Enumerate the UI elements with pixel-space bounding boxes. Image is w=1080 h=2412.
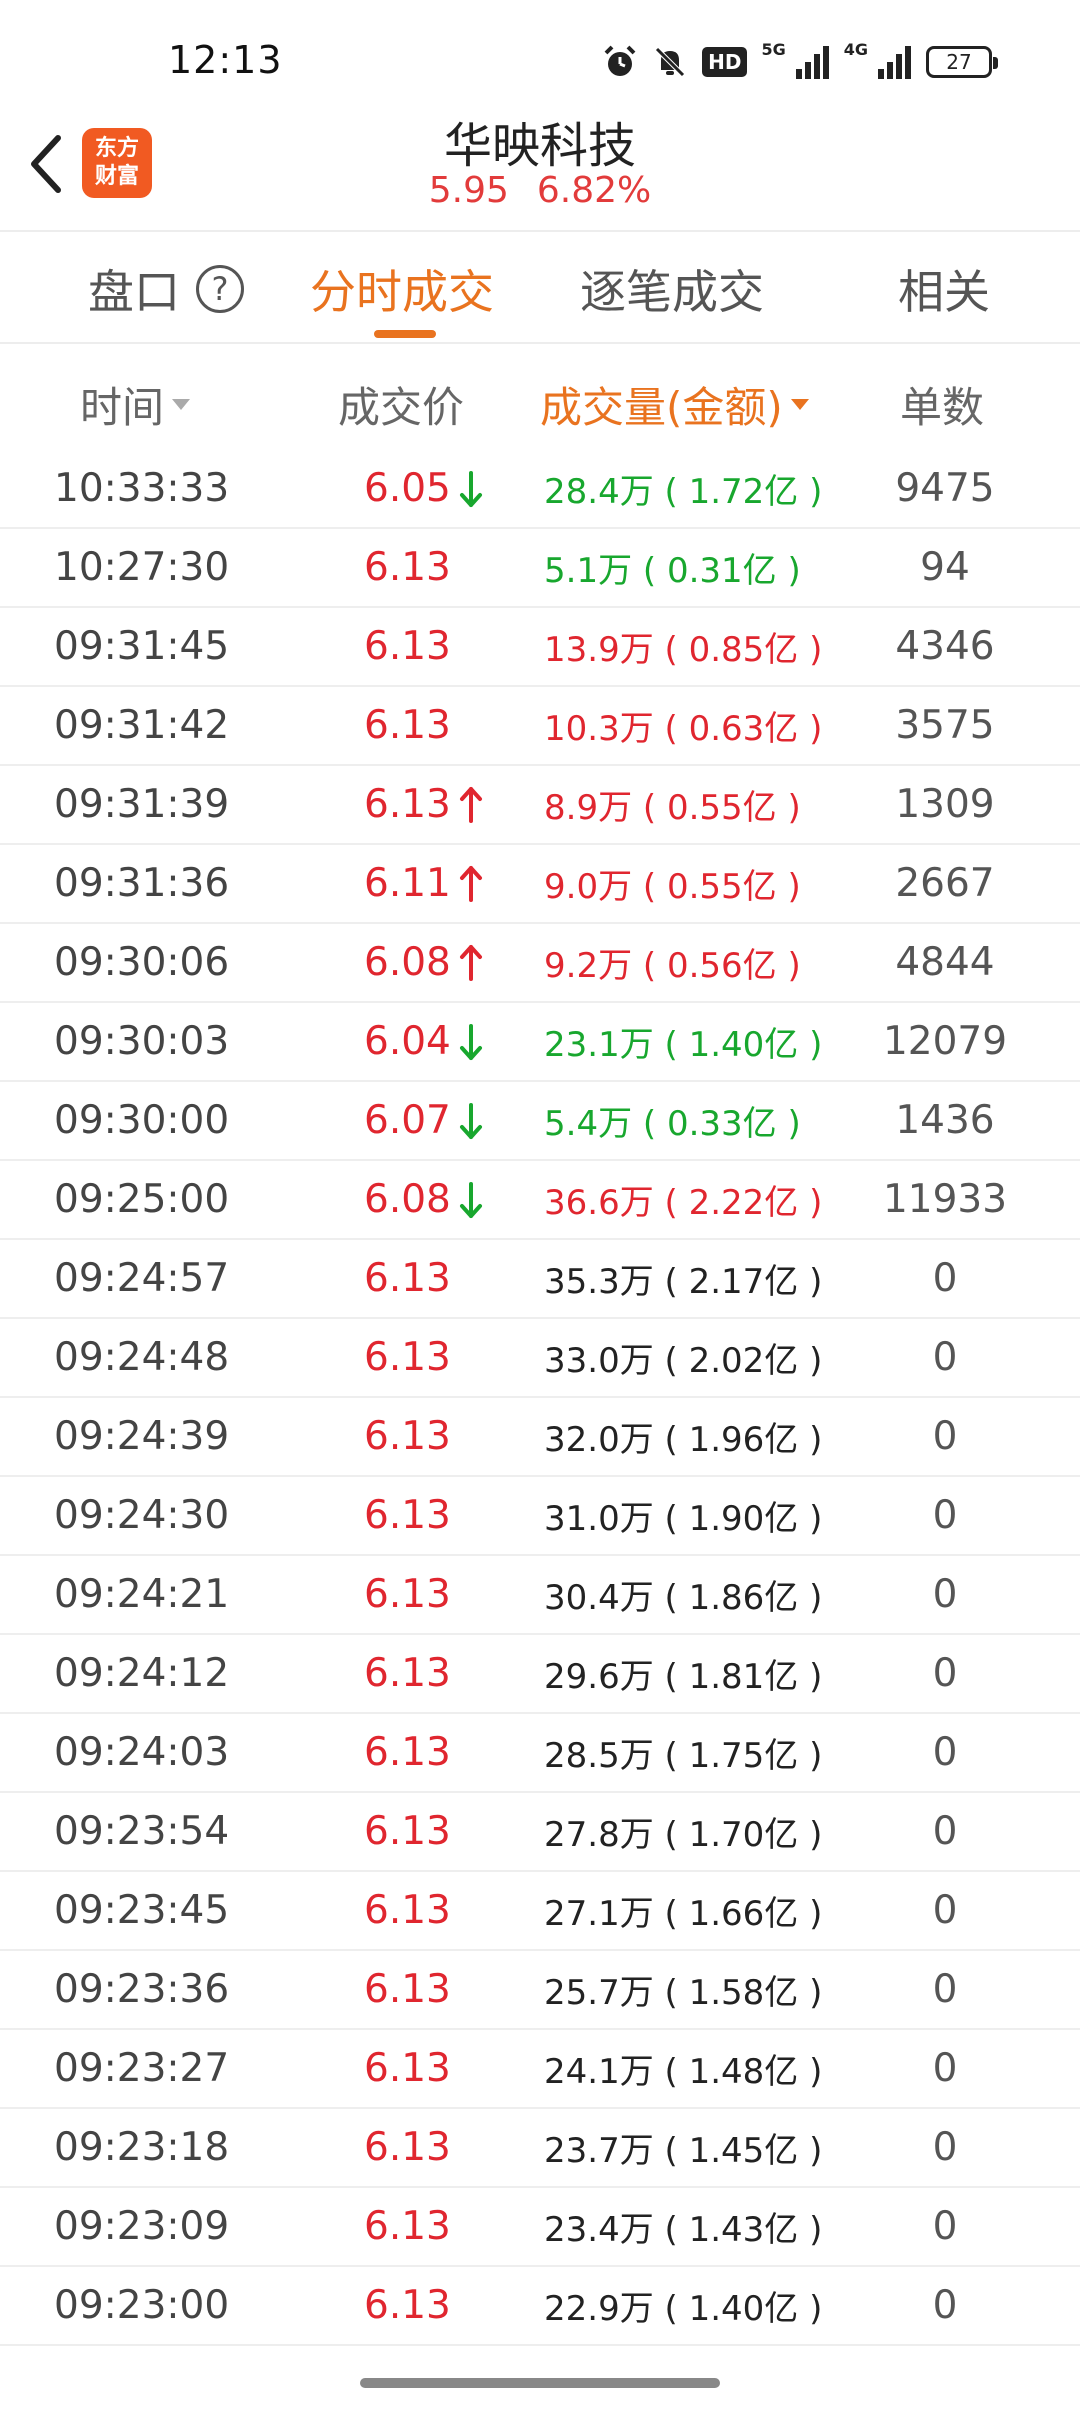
row-count: 0	[932, 1414, 958, 1459]
table-row[interactable]: 09:23:54 6.13 27.8万 ( 1.70亿 ) 0	[0, 1793, 1080, 1872]
mute-bell-icon	[652, 43, 688, 81]
signal-icon	[794, 43, 830, 81]
table-row[interactable]: 09:24:39 6.13 32.0万 ( 1.96亿 ) 0	[0, 1398, 1080, 1477]
column-price: 成交价	[338, 383, 465, 432]
table-row[interactable]: 09:24:57 6.13 35.3万 ( 2.17亿 ) 0	[0, 1240, 1080, 1319]
home-indicator[interactable]	[360, 2378, 720, 2388]
tab-tick-trades[interactable]: 逐笔成交	[580, 254, 764, 324]
stock-price: 5.95	[428, 170, 509, 211]
table-row[interactable]: 09:23:18 6.13 23.7万 ( 1.45亿 ) 0	[0, 2109, 1080, 2188]
help-icon[interactable]: ?	[196, 265, 244, 313]
active-tab-indicator	[374, 330, 436, 338]
row-count: 0	[932, 1967, 958, 2012]
table-row[interactable]: 09:30:06 6.08 9.2万 ( 0.56亿 ) 4844	[0, 924, 1080, 1003]
trade-list[interactable]: 10:33:33 6.05 28.4万 ( 1.72亿 ) 9475 10:27:30 6…	[0, 450, 1080, 2346]
table-row[interactable]: 09:25:00 6.08 36.6万 ( 2.22亿 ) 11933	[0, 1161, 1080, 1240]
row-count: 94	[920, 545, 970, 590]
table-row[interactable]: 09:23:36 6.13 25.7万 ( 1.58亿 ) 0	[0, 1951, 1080, 2030]
row-count: 0	[932, 1809, 958, 1854]
table-row[interactable]: 09:24:12 6.13 29.6万 ( 1.81亿 ) 0	[0, 1635, 1080, 1714]
row-count: 4844	[895, 940, 995, 985]
signal-icon-2	[876, 43, 912, 81]
tab-bar: 盘口 ? 分时成交 逐笔成交 相关	[0, 230, 1080, 344]
row-count: 12079	[882, 1019, 1008, 1064]
table-row[interactable]: 10:33:33 6.05 28.4万 ( 1.72亿 ) 9475	[0, 450, 1080, 529]
table-row[interactable]: 09:24:48 6.13 33.0万 ( 2.02亿 ) 0	[0, 1319, 1080, 1398]
sort-caret-icon	[172, 399, 191, 410]
table-row[interactable]: 09:31:45 6.13 13.9万 ( 0.85亿 ) 4346	[0, 608, 1080, 687]
row-count: 9475	[895, 466, 995, 511]
row-count: 1436	[895, 1098, 995, 1143]
table-row[interactable]: 10:27:30 6.13 5.1万 ( 0.31亿 ) 94	[0, 529, 1080, 608]
table-row[interactable]: 09:31:42 6.13 10.3万 ( 0.63亿 ) 3575	[0, 687, 1080, 766]
column-count: 单数	[900, 383, 985, 432]
table-row[interactable]: 09:30:00 6.07 5.4万 ( 0.33亿 ) 1436	[0, 1082, 1080, 1161]
row-count: 0	[932, 1256, 958, 1301]
status-icons: HD 5G 4G 27	[602, 40, 998, 84]
table-row[interactable]: 09:23:09 6.13 23.4万 ( 1.43亿 ) 0	[0, 2188, 1080, 2267]
row-count: 11933	[882, 1177, 1008, 1222]
table-row[interactable]: 09:23:27 6.13 24.1万 ( 1.48亿 ) 0	[0, 2030, 1080, 2109]
row-count: 0	[932, 2046, 958, 2091]
column-time[interactable]: 时间	[80, 374, 191, 435]
tab-time-sales[interactable]: 分时成交	[310, 254, 494, 324]
row-count: 0	[932, 1651, 958, 1696]
row-count: 0	[932, 2125, 958, 2170]
tab-order-book[interactable]: 盘口 ?	[88, 254, 244, 324]
column-volume[interactable]: 成交量(金额)	[540, 374, 809, 435]
table-row[interactable]: 09:31:39 6.13 8.9万 ( 0.55亿 ) 1309	[0, 766, 1080, 845]
row-count: 2667	[895, 861, 995, 906]
tab-related[interactable]: 相关	[898, 254, 990, 324]
row-count: 0	[932, 1493, 958, 1538]
table-row[interactable]: 09:24:03 6.13 28.5万 ( 1.75亿 ) 0	[0, 1714, 1080, 1793]
stock-name: 华映科技	[443, 118, 636, 174]
table-row[interactable]: 09:24:30 6.13 31.0万 ( 1.90亿 ) 0	[0, 1477, 1080, 1556]
stock-quote: 5.95 6.82%	[0, 170, 1080, 211]
table-row[interactable]: 09:31:36 6.11 9.0万 ( 0.55亿 ) 2667	[0, 845, 1080, 924]
table-row[interactable]: 09:24:21 6.13 30.4万 ( 1.86亿 ) 0	[0, 1556, 1080, 1635]
table-row[interactable]: 09:30:03 6.04 23.1万 ( 1.40亿 ) 12079	[0, 1003, 1080, 1082]
alarm-icon	[602, 43, 638, 81]
row-count: 1309	[895, 782, 995, 827]
sort-caret-active-icon	[790, 399, 809, 410]
row-count: 0	[932, 2283, 958, 2328]
network-5g-label: 5G	[761, 40, 786, 59]
hd-icon: HD	[702, 43, 748, 81]
status-time: 12:13	[168, 38, 283, 82]
network-4g-label: 4G	[843, 40, 868, 59]
table-row[interactable]: 09:23:00 6.13 22.9万 ( 1.40亿 ) 0	[0, 2267, 1080, 2346]
stock-change-pct: 6.82%	[536, 170, 652, 211]
table-header: 时间 成交价 成交量(金额) 单数	[0, 344, 1080, 456]
row-count: 3575	[895, 703, 995, 748]
row-count: 0	[932, 1572, 958, 1617]
stock-header: 东方 财富 华映科技 5.95 6.82%	[0, 100, 1080, 230]
row-count: 0	[932, 1335, 958, 1380]
row-count: 0	[932, 2204, 958, 2249]
battery-level: 27	[926, 46, 998, 78]
status-bar: 12:13 HD 5G 4G 27	[0, 0, 1080, 110]
row-count: 4346	[895, 624, 995, 669]
battery-icon: 27	[926, 43, 998, 81]
row-count: 0	[932, 1730, 958, 1775]
table-row[interactable]: 09:23:45 6.13 27.1万 ( 1.66亿 ) 0	[0, 1872, 1080, 1951]
row-count: 0	[932, 1888, 958, 1933]
